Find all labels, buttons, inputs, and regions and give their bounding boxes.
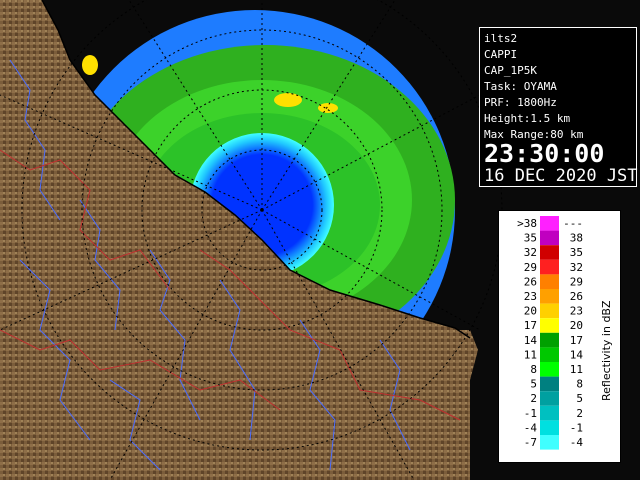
legend-low-value: 29 xyxy=(524,261,537,274)
product-code-label: CAP_1P5K xyxy=(484,64,537,77)
legend-high-value: 23 xyxy=(570,305,583,318)
legend-low-value: 35 xyxy=(524,232,537,245)
legend-color-swatch xyxy=(540,318,559,333)
legend-high-value: 32 xyxy=(570,261,583,274)
legend-high-value: 26 xyxy=(570,290,583,303)
legend-low-value: 17 xyxy=(524,319,537,332)
legend-high-value: 38 xyxy=(570,232,583,245)
legend-color-swatch xyxy=(540,362,559,377)
legend-color-swatch xyxy=(540,230,559,246)
legend-low-value: 32 xyxy=(524,246,537,259)
product-label: CAPPI xyxy=(484,48,518,61)
legend-color-swatch xyxy=(540,289,559,304)
legend-high-value: --- xyxy=(563,217,583,230)
observation-date: 16 DEC 2020 JST xyxy=(484,166,638,186)
legend-high-value: -4 xyxy=(570,436,584,449)
legend-color-swatch xyxy=(540,303,559,319)
legend-color-swatch xyxy=(540,347,559,362)
legend-high-value: 11 xyxy=(570,363,583,376)
legend-high-value: 20 xyxy=(570,319,583,332)
prf-label: PRF: 1800Hz xyxy=(484,96,557,109)
legend-low-value: -4 xyxy=(524,421,538,434)
legend-title: Reflectivity in dBZ xyxy=(600,300,613,401)
legend-low-value: >38 xyxy=(517,217,537,230)
legend-color-swatch xyxy=(540,259,559,275)
legend-low-value: 8 xyxy=(530,363,537,376)
legend-low-value: 5 xyxy=(530,378,537,391)
legend-color-swatch xyxy=(540,245,559,260)
legend-low-value: 23 xyxy=(524,290,537,303)
legend-high-value: 8 xyxy=(576,378,583,391)
legend-high-value: 17 xyxy=(570,334,583,347)
height-label: Height:1.5 km xyxy=(484,112,571,125)
legend-low-value: 2 xyxy=(530,392,537,405)
legend-scale: >38 ---35 3832 3529 3226 2923 2620 2317 2014 1711… xyxy=(517,216,613,450)
legend-high-value: 35 xyxy=(570,246,583,259)
legend-color-swatch xyxy=(540,420,559,435)
legend-low-value: 26 xyxy=(524,275,537,288)
legend-low-value: 20 xyxy=(524,305,537,318)
task-label: Task: OYAMA xyxy=(484,80,557,93)
legend-color-swatch xyxy=(540,376,559,392)
legend-high-value: -1 xyxy=(570,421,583,434)
site-label: ilts2 xyxy=(484,32,518,45)
legend-low-value: 11 xyxy=(524,348,537,361)
legend-panel: >38 --- 35 38 32 35 29 32 26 29 23 26 20 23 17 20 14 17 11… xyxy=(498,210,621,463)
legend-color-swatch xyxy=(540,405,559,421)
legend-high-value: 5 xyxy=(576,392,583,405)
legend-high-value: 14 xyxy=(570,348,584,361)
legend-high-value: 29 xyxy=(570,275,583,288)
legend-color-swatch xyxy=(540,216,559,231)
legend-low-value: -1 xyxy=(524,407,537,420)
legend-color-swatch xyxy=(540,435,559,450)
legend-low-value: -7 xyxy=(524,436,537,449)
legend-color-swatch xyxy=(540,274,559,289)
legend-high-value: 2 xyxy=(576,407,583,420)
legend-low-value: 14 xyxy=(524,334,538,347)
legend-color-swatch xyxy=(540,332,559,348)
legend-color-swatch xyxy=(540,391,559,406)
info-panel: ilts2 CAPPI CAP_1P5K Task: OYAMA PRF: 18… xyxy=(479,27,638,187)
observation-time: 23:30:00 xyxy=(484,139,605,168)
